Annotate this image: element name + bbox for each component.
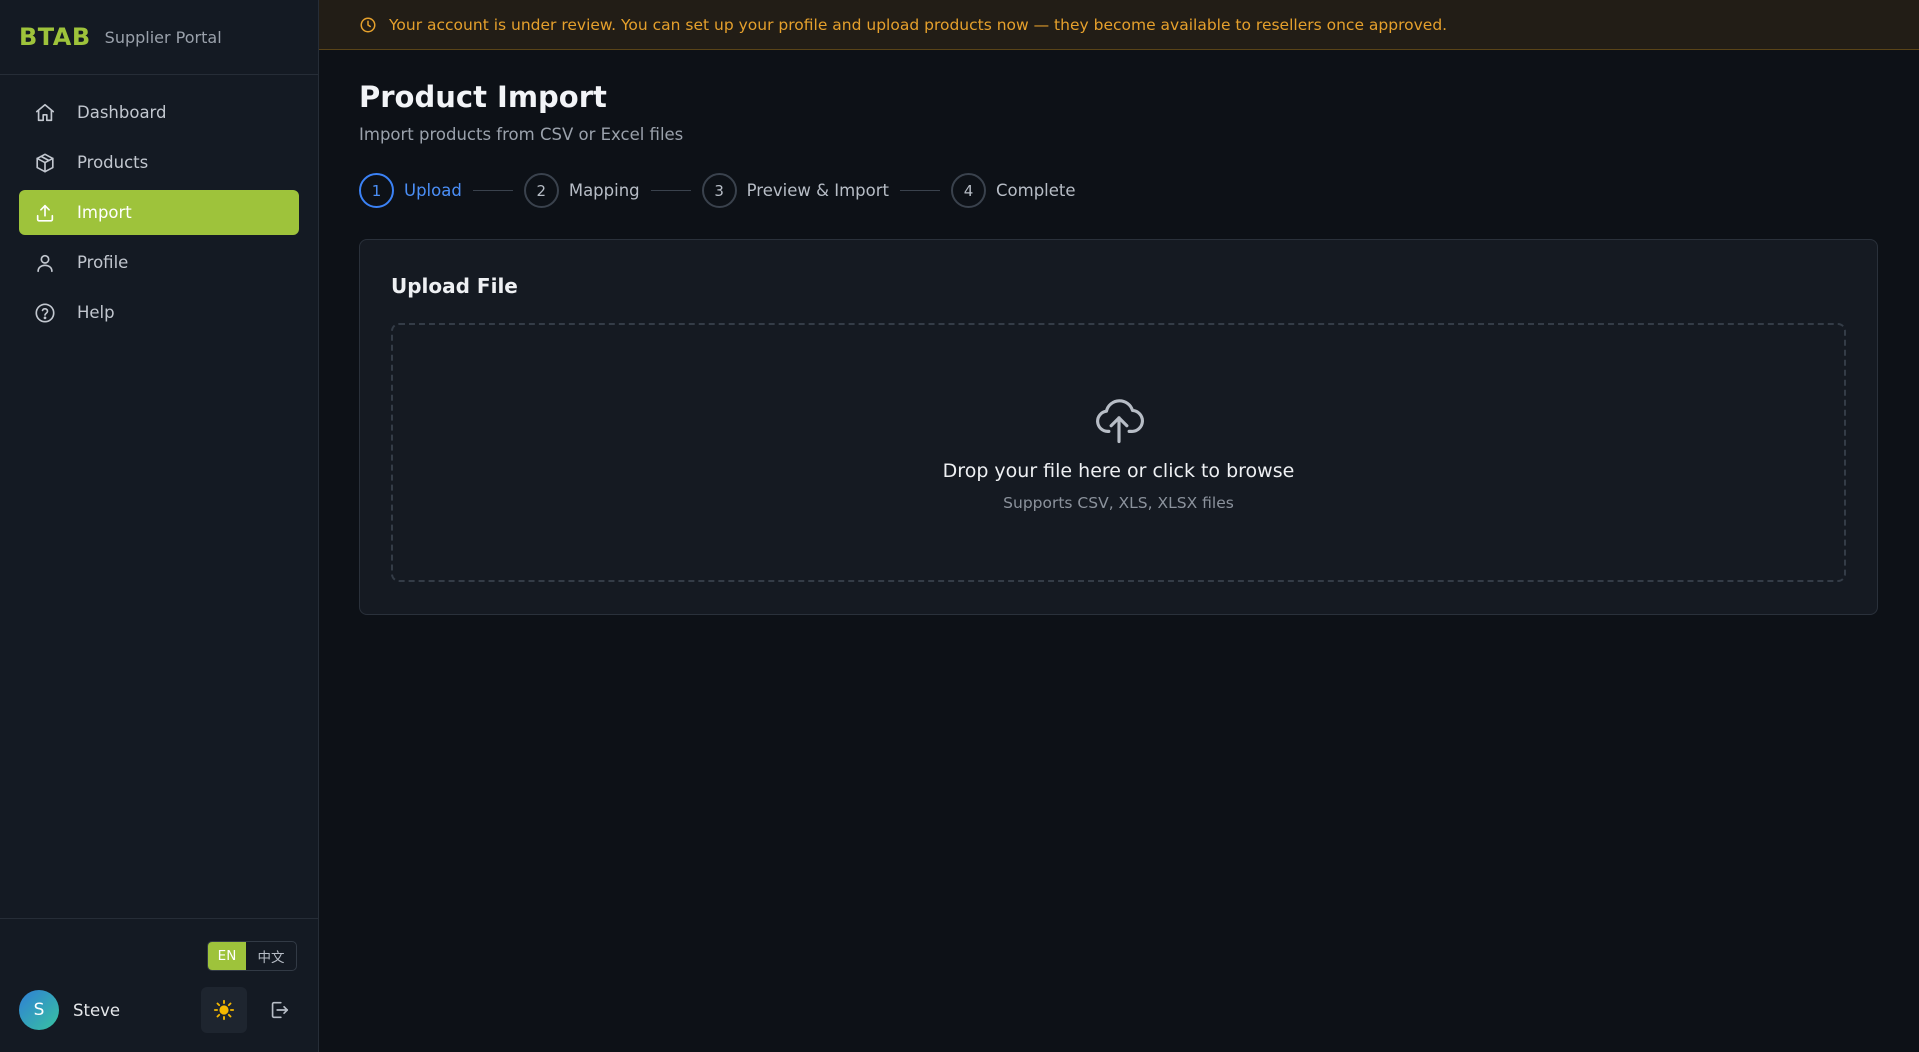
dropzone-supported-formats: Supports CSV, XLS, XLSX files bbox=[1003, 494, 1234, 513]
step-number: 3 bbox=[701, 173, 737, 209]
sidebar-footer: EN 中文 S Steve bbox=[0, 918, 318, 1052]
main-area: Your account is under review. You can se… bbox=[319, 0, 1919, 1052]
review-banner: Your account is under review. You can se… bbox=[319, 0, 1919, 50]
lang-option-en[interactable]: EN bbox=[208, 942, 246, 970]
step-label: Complete bbox=[996, 181, 1076, 201]
page-subtitle: Import products from CSV or Excel files bbox=[359, 124, 684, 144]
sidebar-item-import[interactable]: Import bbox=[19, 190, 299, 235]
step-number: 4 bbox=[951, 173, 986, 209]
logout-button[interactable] bbox=[261, 987, 297, 1033]
sidebar-item-label: Products bbox=[77, 153, 149, 172]
step-connector bbox=[472, 190, 513, 192]
theme-toggle-button[interactable] bbox=[201, 987, 247, 1033]
upload-card: Upload File Drop your file here or click… bbox=[359, 238, 1878, 615]
language-switch: EN 中文 bbox=[207, 941, 297, 971]
upload-card-title: Upload File bbox=[391, 273, 518, 298]
sidebar-item-label: Help bbox=[77, 303, 115, 322]
avatar[interactable]: S bbox=[19, 990, 59, 1030]
step-complete: 4 Complete bbox=[951, 173, 1076, 209]
page-title: Product Import bbox=[359, 80, 607, 114]
user-icon bbox=[33, 251, 57, 275]
sun-icon bbox=[213, 999, 235, 1021]
user-row: S Steve bbox=[19, 987, 297, 1033]
sidebar-item-profile[interactable]: Profile bbox=[19, 240, 299, 285]
sidebar-item-label: Import bbox=[77, 203, 132, 222]
sidebar-item-dashboard[interactable]: Dashboard bbox=[19, 90, 299, 135]
sidebar-item-label: Profile bbox=[77, 253, 129, 272]
dropzone-text: Drop your file here or click to browse bbox=[942, 460, 1295, 483]
page-content: Product Import Import products from CSV … bbox=[319, 50, 1919, 615]
brand-logo[interactable]: BTAB bbox=[19, 23, 91, 51]
lang-option-zh[interactable]: 中文 bbox=[246, 942, 296, 970]
import-stepper: 1 Upload 2 Mapping 3 Preview & Import 4 … bbox=[359, 173, 1878, 209]
step-mapping: 2 Mapping bbox=[523, 173, 640, 209]
sidebar-item-products[interactable]: Products bbox=[19, 140, 299, 185]
clock-icon bbox=[359, 16, 377, 34]
step-label: Upload bbox=[404, 181, 462, 201]
banner-text: Your account is under review. You can se… bbox=[389, 15, 1448, 34]
sidebar-item-label: Dashboard bbox=[77, 103, 167, 122]
sidebar-nav: Dashboard Products Import Profile Help bbox=[0, 75, 318, 350]
logout-icon bbox=[268, 999, 290, 1021]
step-connector bbox=[900, 190, 940, 192]
file-dropzone[interactable]: Drop your file here or click to browse S… bbox=[391, 322, 1846, 582]
sidebar: BTAB Supplier Portal Dashboard Products bbox=[0, 0, 319, 1052]
step-label: Mapping bbox=[568, 181, 640, 201]
step-label: Preview & Import bbox=[746, 181, 889, 201]
cloud-upload-icon bbox=[1092, 392, 1146, 446]
step-preview-import: 3 Preview & Import bbox=[701, 173, 889, 209]
step-connector bbox=[650, 190, 691, 192]
sidebar-item-help[interactable]: Help bbox=[19, 290, 299, 335]
help-circle-icon bbox=[33, 301, 57, 325]
home-icon bbox=[33, 101, 57, 125]
brand-header: BTAB Supplier Portal bbox=[0, 0, 318, 75]
app-root: BTAB Supplier Portal Dashboard Products bbox=[0, 0, 1919, 1052]
user-name: Steve bbox=[73, 1000, 121, 1020]
upload-icon bbox=[33, 201, 57, 225]
brand-subtitle: Supplier Portal bbox=[104, 27, 222, 47]
step-upload: 1 Upload bbox=[359, 173, 462, 209]
step-number: 1 bbox=[359, 173, 394, 209]
step-number: 2 bbox=[523, 173, 559, 209]
box-icon bbox=[33, 151, 57, 175]
